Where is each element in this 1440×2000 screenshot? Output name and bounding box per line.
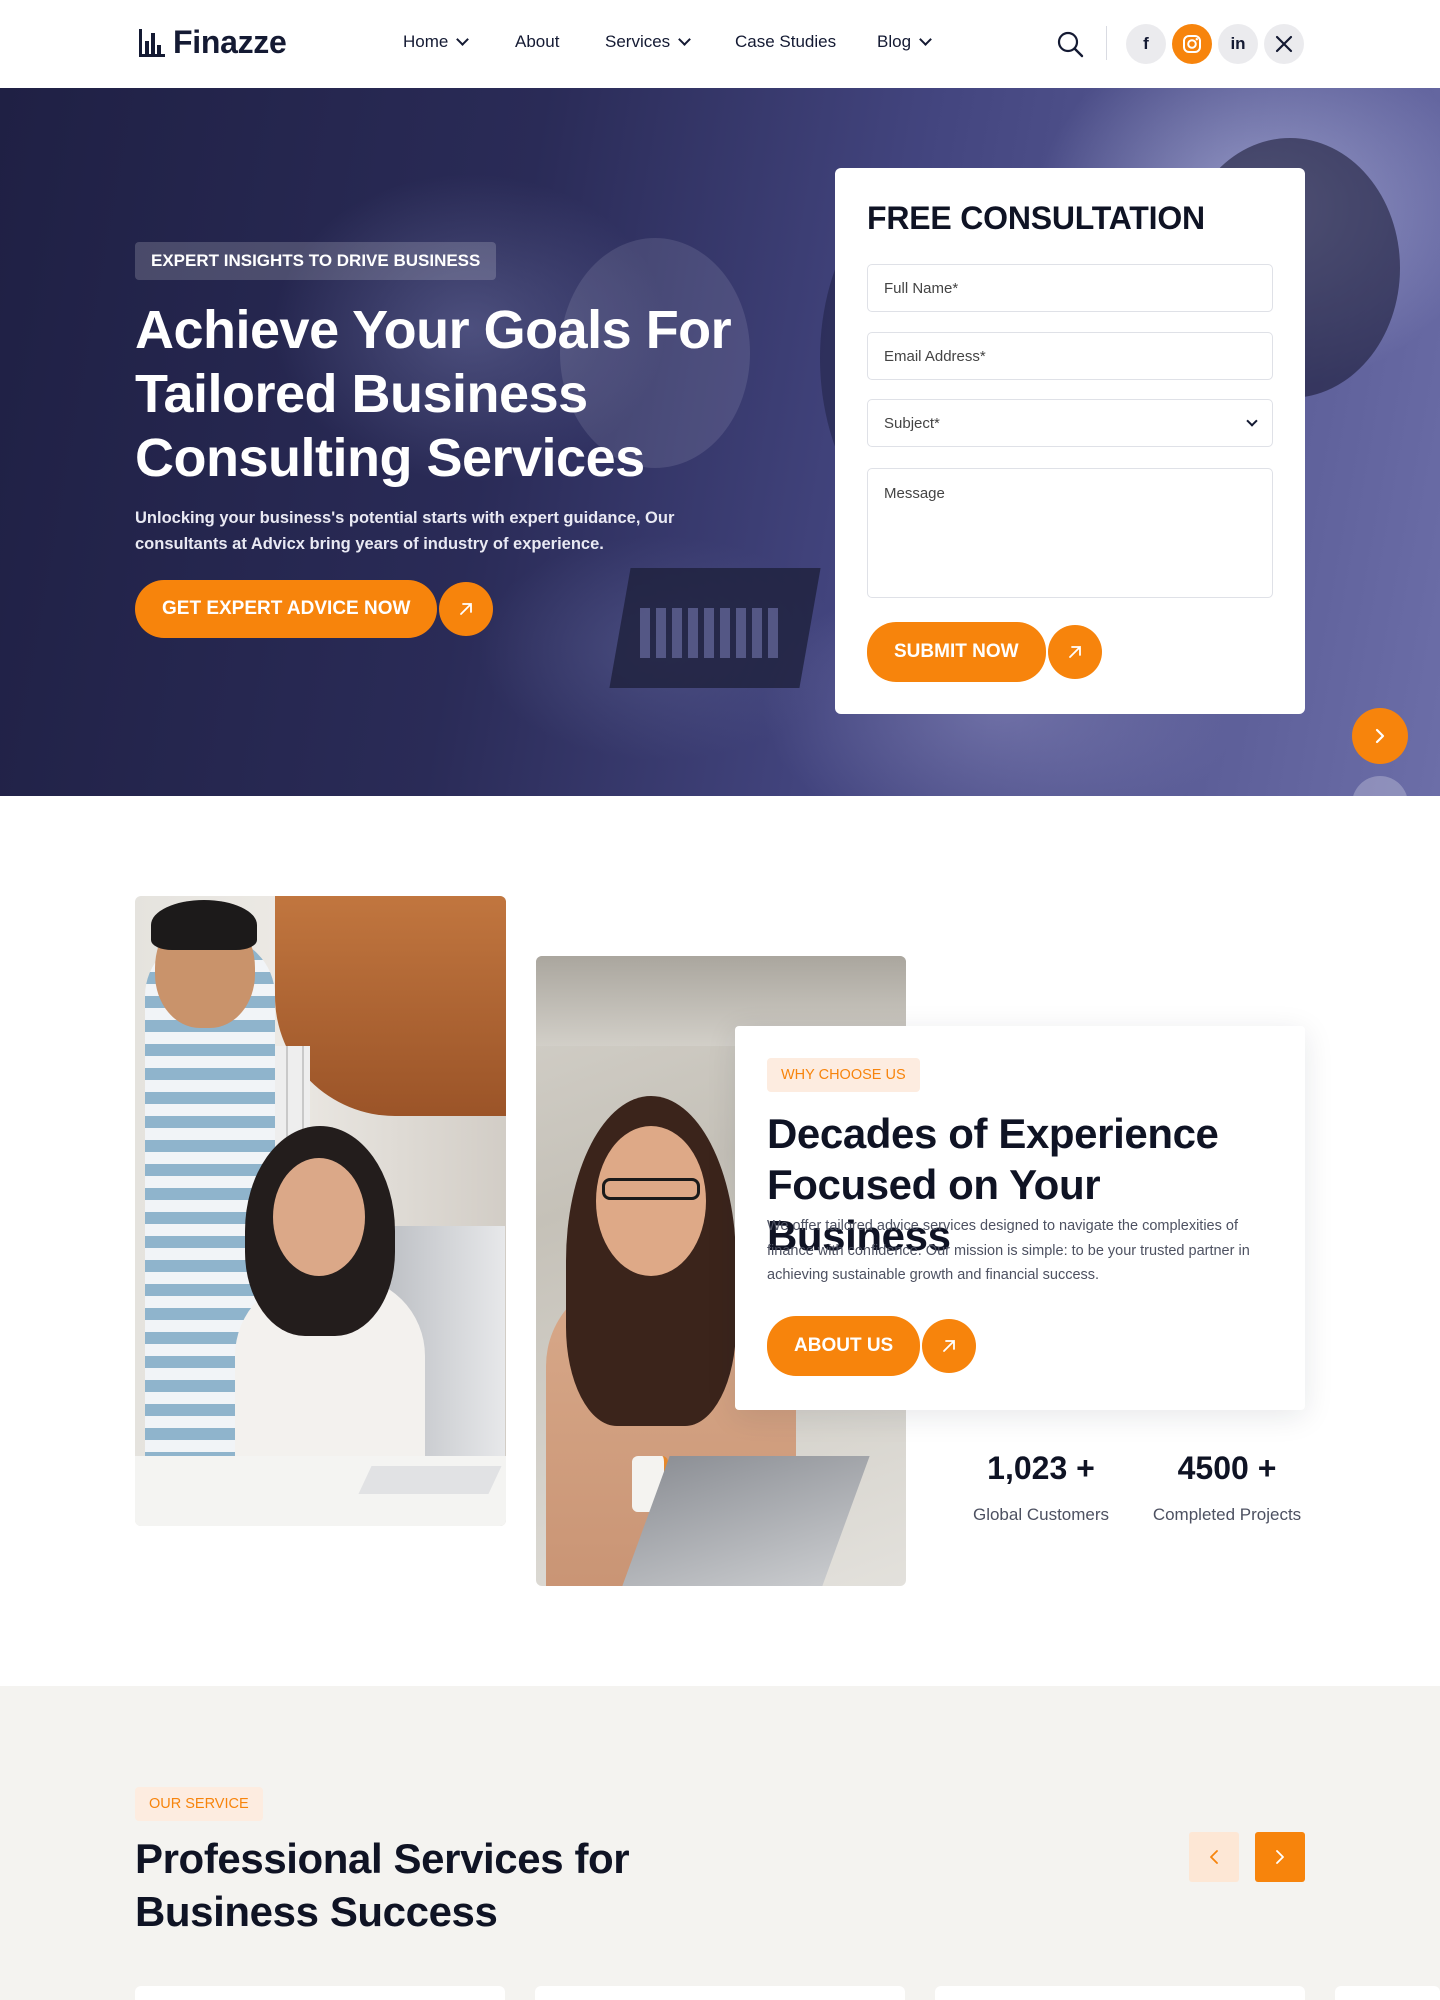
services-badge: OUR SERVICE — [135, 1787, 263, 1821]
about-us-label: ABOUT US — [767, 1316, 921, 1376]
submit-button[interactable]: SUBMIT NOW — [867, 622, 1102, 682]
get-expert-advice-label: GET EXPERT ADVICE NOW — [135, 580, 438, 638]
instagram-icon[interactable] — [1172, 24, 1212, 64]
service-card[interactable] — [935, 1986, 1305, 2000]
get-expert-advice-button[interactable]: GET EXPERT ADVICE NOW — [135, 580, 494, 638]
full-name-placeholder: Full Name* — [884, 279, 959, 297]
site-header: Finazze Home About Services Case Studies… — [0, 0, 1440, 88]
stat-value: 1,023 + — [987, 1450, 1095, 1486]
nav-item-services[interactable]: Services — [605, 32, 692, 52]
chevron-right-icon — [1375, 728, 1385, 744]
nav-item-label: Case Studies — [735, 32, 837, 51]
full-name-field[interactable]: Full Name* — [867, 264, 1273, 312]
logo-chart-icon — [137, 28, 165, 57]
hero-background-chart — [640, 608, 778, 658]
nav-item-home[interactable]: Home — [403, 32, 470, 52]
stat-label: Completed Projects — [1152, 1505, 1302, 1524]
nav-item-label: Blog — [877, 32, 912, 51]
services-section: OUR SERVICE Professional Services for Bu… — [0, 1686, 1440, 2000]
about-badge: WHY CHOOSE US — [767, 1058, 920, 1092]
nav-item-label: Services — [605, 32, 671, 51]
services-next-button[interactable] — [1255, 1832, 1305, 1882]
service-card[interactable] — [135, 1986, 505, 2000]
email-placeholder: Email Address* — [884, 347, 986, 365]
chevron-down-icon — [919, 33, 932, 46]
email-field[interactable]: Email Address* — [867, 332, 1273, 380]
linkedin-glyph: in — [1230, 34, 1246, 53]
service-card[interactable] — [535, 1986, 905, 2000]
stat-completed-projects: 4500 + Completed Projects — [1146, 1450, 1308, 1525]
about-card: WHY CHOOSE US Decades of Experience Focu… — [735, 1026, 1305, 1410]
header-divider — [1106, 26, 1107, 60]
stat-global-customers: 1,023 + Global Customers — [968, 1450, 1114, 1525]
hero-prev-button[interactable] — [1352, 776, 1408, 796]
search-icon[interactable] — [1056, 30, 1084, 58]
about-text: We offer tailored advice services design… — [767, 1218, 1250, 1283]
x-glyph — [1275, 35, 1293, 53]
stat-value: 4500 + — [1177, 1450, 1277, 1486]
message-placeholder: Message — [884, 485, 945, 502]
message-field[interactable]: Message — [867, 468, 1273, 598]
submit-label: SUBMIT NOW — [867, 622, 1046, 682]
nav-item-about[interactable]: About — [515, 32, 559, 52]
logo[interactable]: Finazze — [137, 24, 287, 61]
nav-item-blog[interactable]: Blog — [877, 32, 932, 52]
hero-tag: EXPERT INSIGHTS TO DRIVE BUSINESS — [135, 242, 497, 280]
nav-item-label: Home — [403, 32, 449, 51]
hero-subtitle: Unlocking your business's potential star… — [135, 509, 675, 553]
hero-title: Achieve Your Goals For Tailored Business… — [135, 300, 732, 488]
team-photo — [135, 896, 506, 1526]
logo-text: Finazze — [173, 24, 287, 60]
nav-item-label: About — [515, 32, 560, 51]
facebook-icon[interactable]: f — [1126, 24, 1166, 64]
arrow-up-right-icon — [439, 582, 494, 636]
form-title: FREE CONSULTATION — [867, 200, 1205, 236]
services-prev-button[interactable] — [1189, 1832, 1239, 1882]
services-title: Professional Services for Business Succe… — [135, 1835, 630, 1935]
arrow-up-right-icon — [1047, 625, 1102, 679]
hero-next-button[interactable] — [1352, 708, 1408, 764]
chevron-right-icon — [1276, 1850, 1284, 1864]
chevron-down-icon — [456, 33, 470, 46]
facebook-glyph: f — [1143, 34, 1149, 53]
service-card[interactable] — [1335, 1986, 1440, 2000]
consultation-form: FREE CONSULTATION Full Name* Email Addre… — [835, 168, 1305, 714]
linkedin-icon[interactable]: in — [1218, 24, 1258, 64]
stat-label: Global Customers — [972, 1505, 1110, 1524]
arrow-up-right-icon — [922, 1319, 977, 1373]
x-icon[interactable] — [1264, 24, 1304, 64]
nav-item-case-studies[interactable]: Case Studies — [735, 32, 836, 52]
about-us-button[interactable]: ABOUT US — [767, 1316, 977, 1376]
subject-placeholder: Subject* — [884, 414, 940, 432]
chevron-down-icon — [1246, 415, 1258, 427]
subject-select[interactable]: Subject* — [867, 399, 1273, 447]
chevron-down-icon — [678, 33, 692, 46]
chevron-left-icon — [1210, 1850, 1218, 1864]
instagram-glyph — [1183, 35, 1201, 53]
